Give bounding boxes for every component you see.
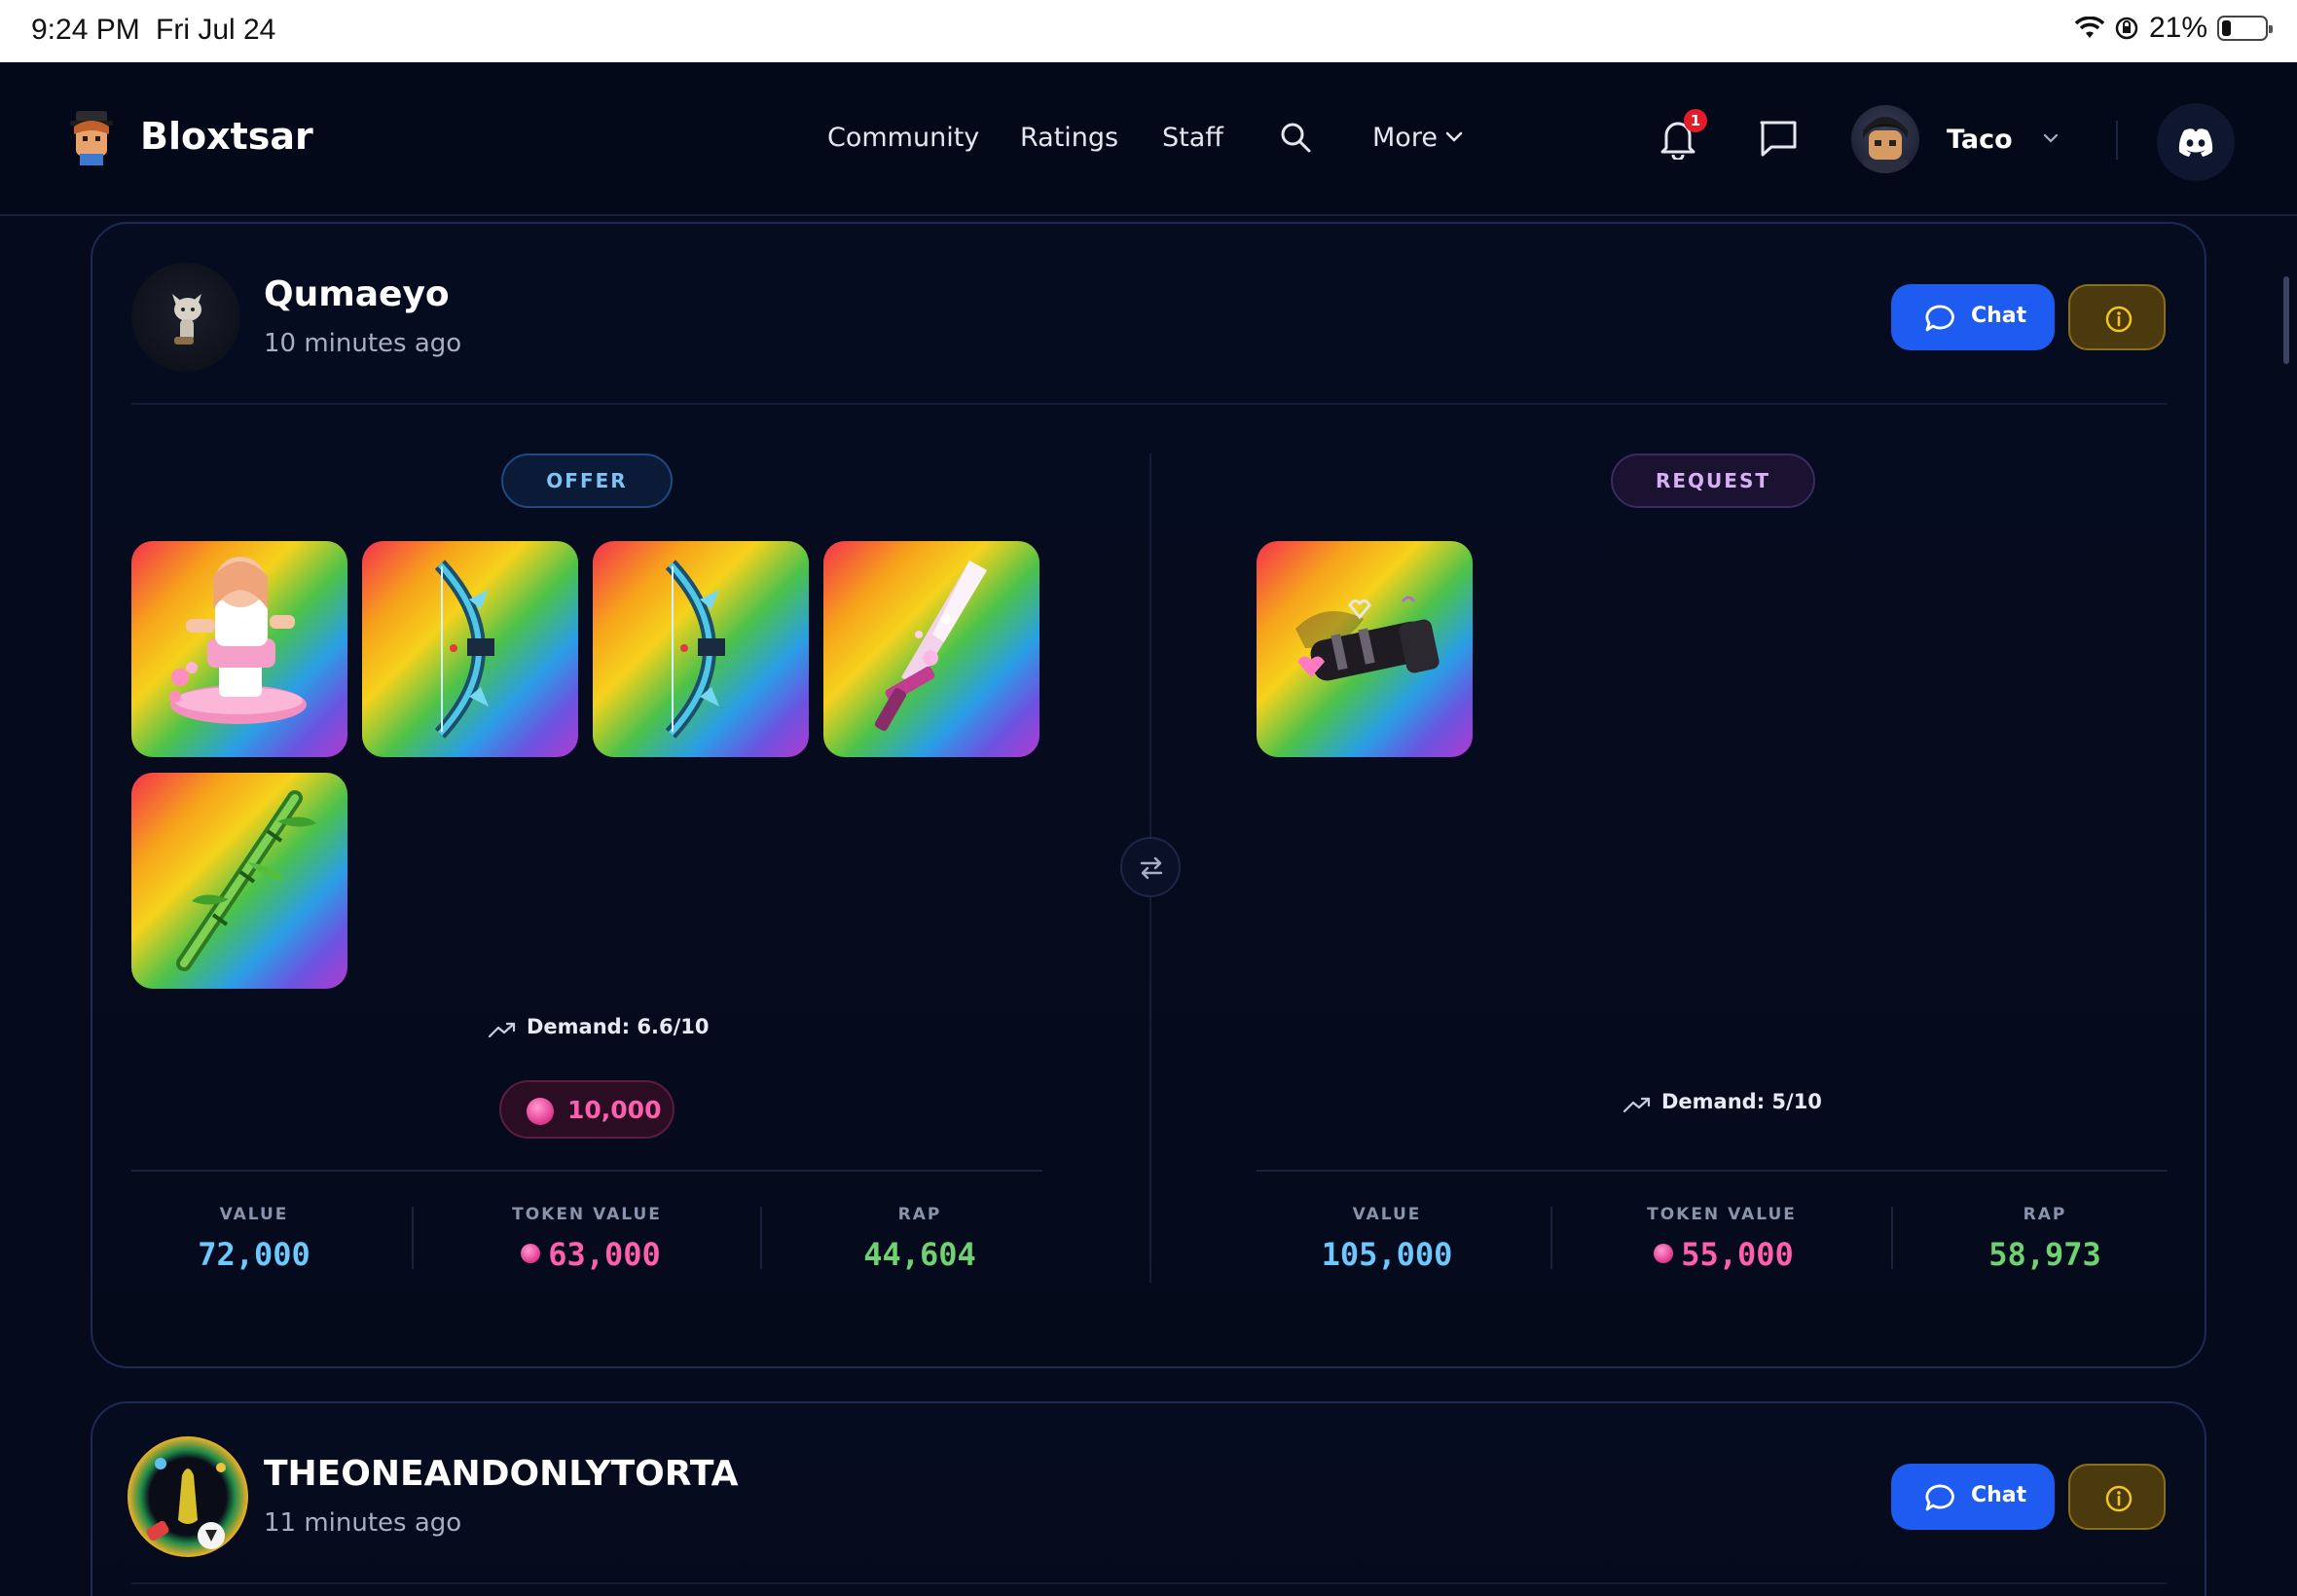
offer-label: OFFER — [501, 453, 673, 508]
info-button[interactable] — [2068, 284, 2166, 350]
stat-separator — [1550, 1207, 1552, 1269]
top-navbar: Bloxtsar Community Ratings Staff More 1 … — [0, 62, 2297, 216]
item-skateboard-character[interactable] — [131, 541, 347, 757]
nav-ratings[interactable]: Ratings — [1020, 123, 1118, 153]
stat-separator — [760, 1207, 762, 1269]
chat-button-label: Chat — [1971, 1483, 2027, 1507]
chat-bubble-icon — [1925, 1484, 1954, 1511]
stat-separator — [412, 1207, 414, 1269]
avatar — [1851, 105, 1919, 173]
discord-button[interactable] — [2157, 103, 2235, 181]
nav-staff[interactable]: Staff — [1162, 123, 1223, 153]
status-time: 9:24 PM — [31, 14, 140, 46]
nav-divider — [2116, 121, 2118, 160]
offer-token-amount: 10,000 — [499, 1080, 675, 1139]
battery-icon — [2217, 16, 2273, 41]
page-scrollbar[interactable] — [2283, 276, 2289, 364]
item-ice-bow[interactable] — [593, 541, 809, 757]
offer-token-value: 63,000 — [474, 1236, 708, 1273]
offer-value-label: VALUE — [219, 1205, 289, 1224]
request-label: REQUEST — [1611, 453, 1815, 508]
chat-button-label: Chat — [1971, 304, 2027, 328]
info-button[interactable] — [2068, 1464, 2166, 1530]
notification-badge: 1 — [1684, 109, 1707, 132]
chat-button[interactable]: Chat — [1891, 1464, 2055, 1530]
nav-more[interactable]: More — [1372, 123, 1438, 153]
user-menu[interactable]: Taco — [1851, 103, 2077, 177]
offer-rap-label: RAP — [897, 1205, 942, 1224]
avatar[interactable] — [131, 263, 240, 372]
chat-button[interactable]: Chat — [1891, 284, 2055, 350]
battery-percent: 21% — [2148, 12, 2207, 44]
item-crystal-sword[interactable] — [823, 541, 1039, 757]
orientation-lock-icon — [2115, 17, 2138, 40]
avatar[interactable] — [128, 1436, 248, 1557]
ios-status-bar: 9:24 PM Fri Jul 24 21% — [0, 0, 2297, 62]
request-token-value: 55,000 — [1607, 1236, 1841, 1273]
request-stats-divider — [1257, 1170, 2168, 1172]
info-icon — [2105, 306, 2133, 333]
info-icon — [2105, 1485, 2133, 1512]
token-coin-icon — [1654, 1244, 1674, 1263]
stat-separator — [1891, 1207, 1893, 1269]
trending-up-icon — [488, 1022, 516, 1038]
trade-time: 11 minutes ago — [264, 1508, 462, 1538]
request-value: 105,000 — [1321, 1236, 1453, 1273]
search-icon[interactable] — [1279, 121, 1312, 154]
wifi-icon — [2074, 17, 2104, 38]
card-divider — [131, 403, 2168, 405]
trade-username[interactable]: THEONEANDONLYTORTA — [264, 1454, 739, 1494]
request-rap-label: RAP — [2023, 1205, 2067, 1224]
offer-stats-divider — [131, 1170, 1042, 1172]
trade-card: THEONEANDONLYTORTA 11 minutes ago Chat — [91, 1401, 2206, 1596]
chat-bubble-icon — [1925, 305, 1954, 332]
swap-button[interactable] — [1120, 837, 1181, 897]
chevron-down-icon[interactable] — [1444, 130, 1464, 144]
chevron-down-icon — [2043, 133, 2059, 143]
logo-icon[interactable] — [64, 107, 119, 167]
message-icon[interactable] — [1758, 119, 1799, 158]
request-value-label: VALUE — [1352, 1205, 1422, 1224]
swap-arrows-icon — [1140, 856, 1163, 880]
token-coin-icon — [521, 1244, 541, 1263]
request-token-value-label: TOKEN VALUE — [1647, 1205, 1797, 1224]
trending-up-icon — [1622, 1097, 1651, 1113]
discord-icon — [2178, 128, 2213, 157]
status-date: Fri Jul 24 — [156, 14, 276, 46]
item-ice-bow[interactable] — [362, 541, 578, 757]
offer-rap: 44,604 — [863, 1236, 976, 1273]
user-name: Taco — [1947, 125, 2013, 155]
request-rap: 58,973 — [1988, 1236, 2101, 1273]
card-divider — [131, 1582, 2168, 1584]
offer-token-value-label: TOKEN VALUE — [512, 1205, 662, 1224]
brand-name[interactable]: Bloxtsar — [140, 115, 313, 158]
token-coin-icon — [527, 1098, 554, 1125]
item-bamboo-staff[interactable] — [131, 773, 347, 989]
trade-username[interactable]: Qumaeyo — [264, 274, 450, 314]
offer-value: 72,000 — [198, 1236, 310, 1273]
trade-card: Qumaeyo 10 minutes ago Chat OFFER REQUES… — [91, 222, 2206, 1368]
trade-time: 10 minutes ago — [264, 329, 462, 358]
nav-community[interactable]: Community — [827, 123, 979, 153]
item-heart-cannon[interactable] — [1257, 541, 1473, 757]
status-right: 21% — [2074, 12, 2273, 45]
